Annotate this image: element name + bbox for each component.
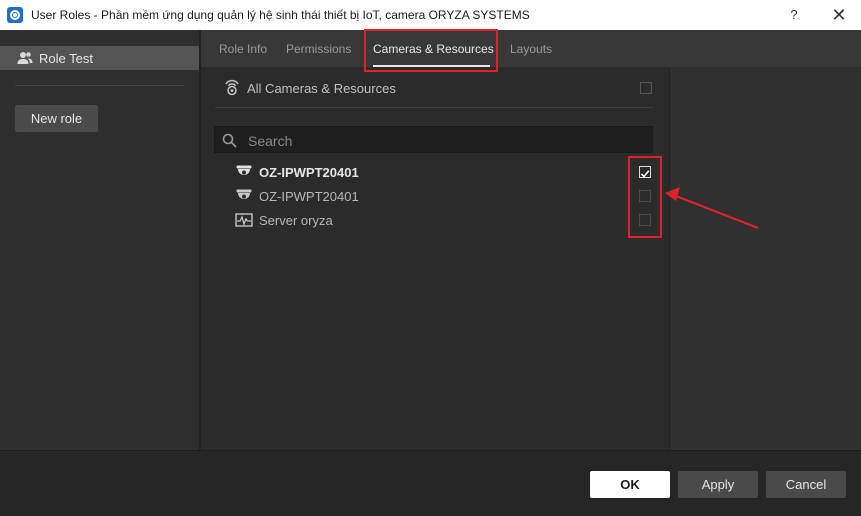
resource-row[interactable]: Server oryza [235,209,655,231]
title-bar: User Roles - Phần mềm ứng dụng quản lý h… [0,0,861,30]
help-button[interactable]: ? [781,4,807,26]
dome-camera-icon [236,165,252,175]
tab-permissions[interactable]: Permissions [286,42,351,56]
cancel-button[interactable]: Cancel [766,471,846,498]
close-button[interactable]: ✕ [826,4,852,26]
resource-label: OZ-IPWPT20401 [259,189,359,204]
role-label: Role Test [39,51,93,66]
all-cameras-label: All Cameras & Resources [247,81,396,96]
resource-row[interactable]: OZ-IPWPT20401 [235,185,655,207]
annotation-arrow-icon [665,187,759,230]
sidebar-divider [15,85,184,86]
resources-panel [201,67,669,450]
tab-layouts[interactable]: Layouts [510,42,552,56]
camera-wifi-icon [225,79,239,96]
all-cameras-checkbox[interactable] [640,82,652,94]
role-item-role-test[interactable]: Role Test [0,46,199,70]
annotation-highlight-checkboxes [628,156,662,238]
user-group-icon [17,52,33,64]
resource-label: OZ-IPWPT20401 [259,165,359,180]
apply-button[interactable]: Apply [678,471,758,498]
search-box[interactable] [214,126,653,153]
oryza-logo-icon [7,7,23,23]
tab-role-info[interactable]: Role Info [219,42,267,56]
window-title: User Roles - Phần mềm ứng dụng quản lý h… [31,8,530,22]
role-sidebar: Role Test New role [0,30,199,450]
resource-row[interactable]: OZ-IPWPT20401 [235,161,655,183]
details-panel [669,67,861,450]
server-pulse-icon [235,213,253,227]
section-divider [215,107,653,108]
resource-label: Server oryza [259,213,333,228]
search-input[interactable] [248,132,638,149]
all-cameras-row[interactable]: All Cameras & Resources [223,78,653,100]
search-icon [222,133,237,148]
ok-button[interactable]: OK [590,471,670,498]
new-role-button[interactable]: New role [15,105,98,132]
dome-camera-icon [236,189,252,199]
annotation-highlight-tab [364,29,498,72]
